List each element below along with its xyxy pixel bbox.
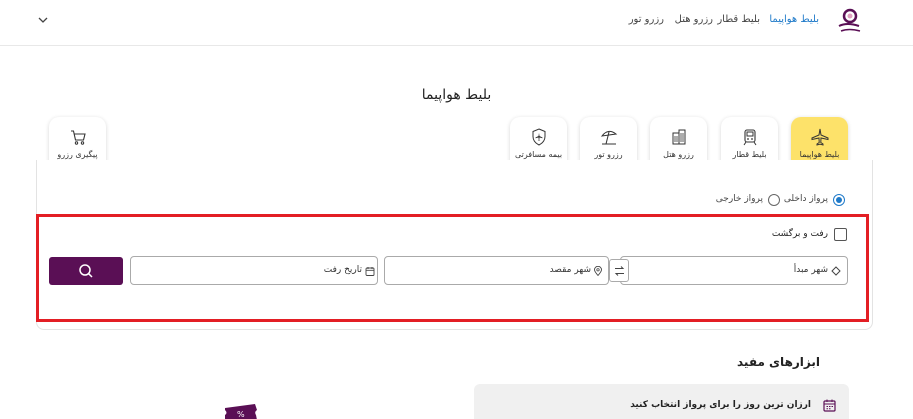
shopping-cart-icon	[71, 130, 86, 145]
tab-hotel-label: رزرو هتل	[663, 150, 694, 159]
nav-hotel[interactable]: رزرو هتل	[675, 14, 713, 25]
round-trip-label: رفت و برگشت	[771, 229, 828, 239]
svg-text:%: %	[237, 410, 245, 419]
cheapest-day-text: ارزان ترین روز را برای پرواز انتخاب کنید	[630, 400, 811, 410]
radio-domestic-label: پرواز داخلی	[783, 194, 828, 204]
search-button[interactable]	[49, 257, 123, 285]
search-icon	[79, 264, 93, 278]
radio-international-label: پرواز خارجی	[715, 194, 763, 204]
tab-tour-label: رزرو تور	[594, 150, 623, 159]
calendar-icon	[365, 267, 375, 276]
cheapest-day-card[interactable]: ارزان ترین روز را برای پرواز انتخاب کنید	[474, 384, 849, 419]
chevron-down-icon[interactable]	[37, 14, 49, 26]
tab-flight-label: بلیط هواپیما	[799, 150, 840, 159]
tab-insurance-label: بیمه مسافرتی	[514, 150, 563, 159]
page-title: بلیط هواپیما	[421, 87, 492, 103]
origin-field[interactable]: شهر مبدأ	[620, 256, 848, 285]
radio-international[interactable]: پرواز خارجی	[714, 193, 780, 207]
calendar-icon	[823, 399, 836, 412]
swap-button[interactable]	[609, 259, 629, 282]
nav-train[interactable]: بلیط قطار	[717, 14, 760, 25]
brand-logo[interactable]	[833, 6, 863, 36]
departure-date-field[interactable]: تاریخ رفت	[130, 256, 378, 285]
radio-dot[interactable]	[833, 194, 845, 206]
train-icon	[743, 129, 757, 146]
nav-tour[interactable]: رزرو تور	[629, 14, 664, 25]
discount-ticket-icon: %	[225, 404, 257, 419]
destination-field[interactable]: شهر مقصد	[384, 256, 609, 285]
origin-placeholder: شهر مبدأ	[793, 265, 828, 275]
swap-arrows-icon	[614, 266, 625, 276]
beach-umbrella-icon	[600, 130, 618, 145]
tab-tracking-label: پیگیری رزرو	[57, 150, 98, 159]
radio-domestic[interactable]: پرواز داخلی	[780, 193, 845, 207]
building-icon	[672, 129, 686, 145]
radio-dot[interactable]	[768, 194, 780, 206]
tools-section-title: ابزارهای مفید	[736, 355, 820, 369]
airplane-icon	[811, 128, 829, 146]
tab-train-label: بلیط قطار	[732, 150, 767, 159]
destination-placeholder: شهر مقصد	[549, 265, 591, 275]
departure-date-placeholder: تاریخ رفت	[323, 265, 362, 275]
nav-flight[interactable]: بلیط هواپیما	[769, 14, 819, 25]
map-pin-icon	[594, 266, 602, 276]
shield-plane-icon	[532, 128, 546, 146]
round-trip-checkbox[interactable]	[834, 228, 847, 241]
location-diamond-icon	[831, 266, 841, 276]
top-header: بلیط هواپیما بلیط قطار رزرو هتل رزرو تور	[0, 0, 913, 46]
